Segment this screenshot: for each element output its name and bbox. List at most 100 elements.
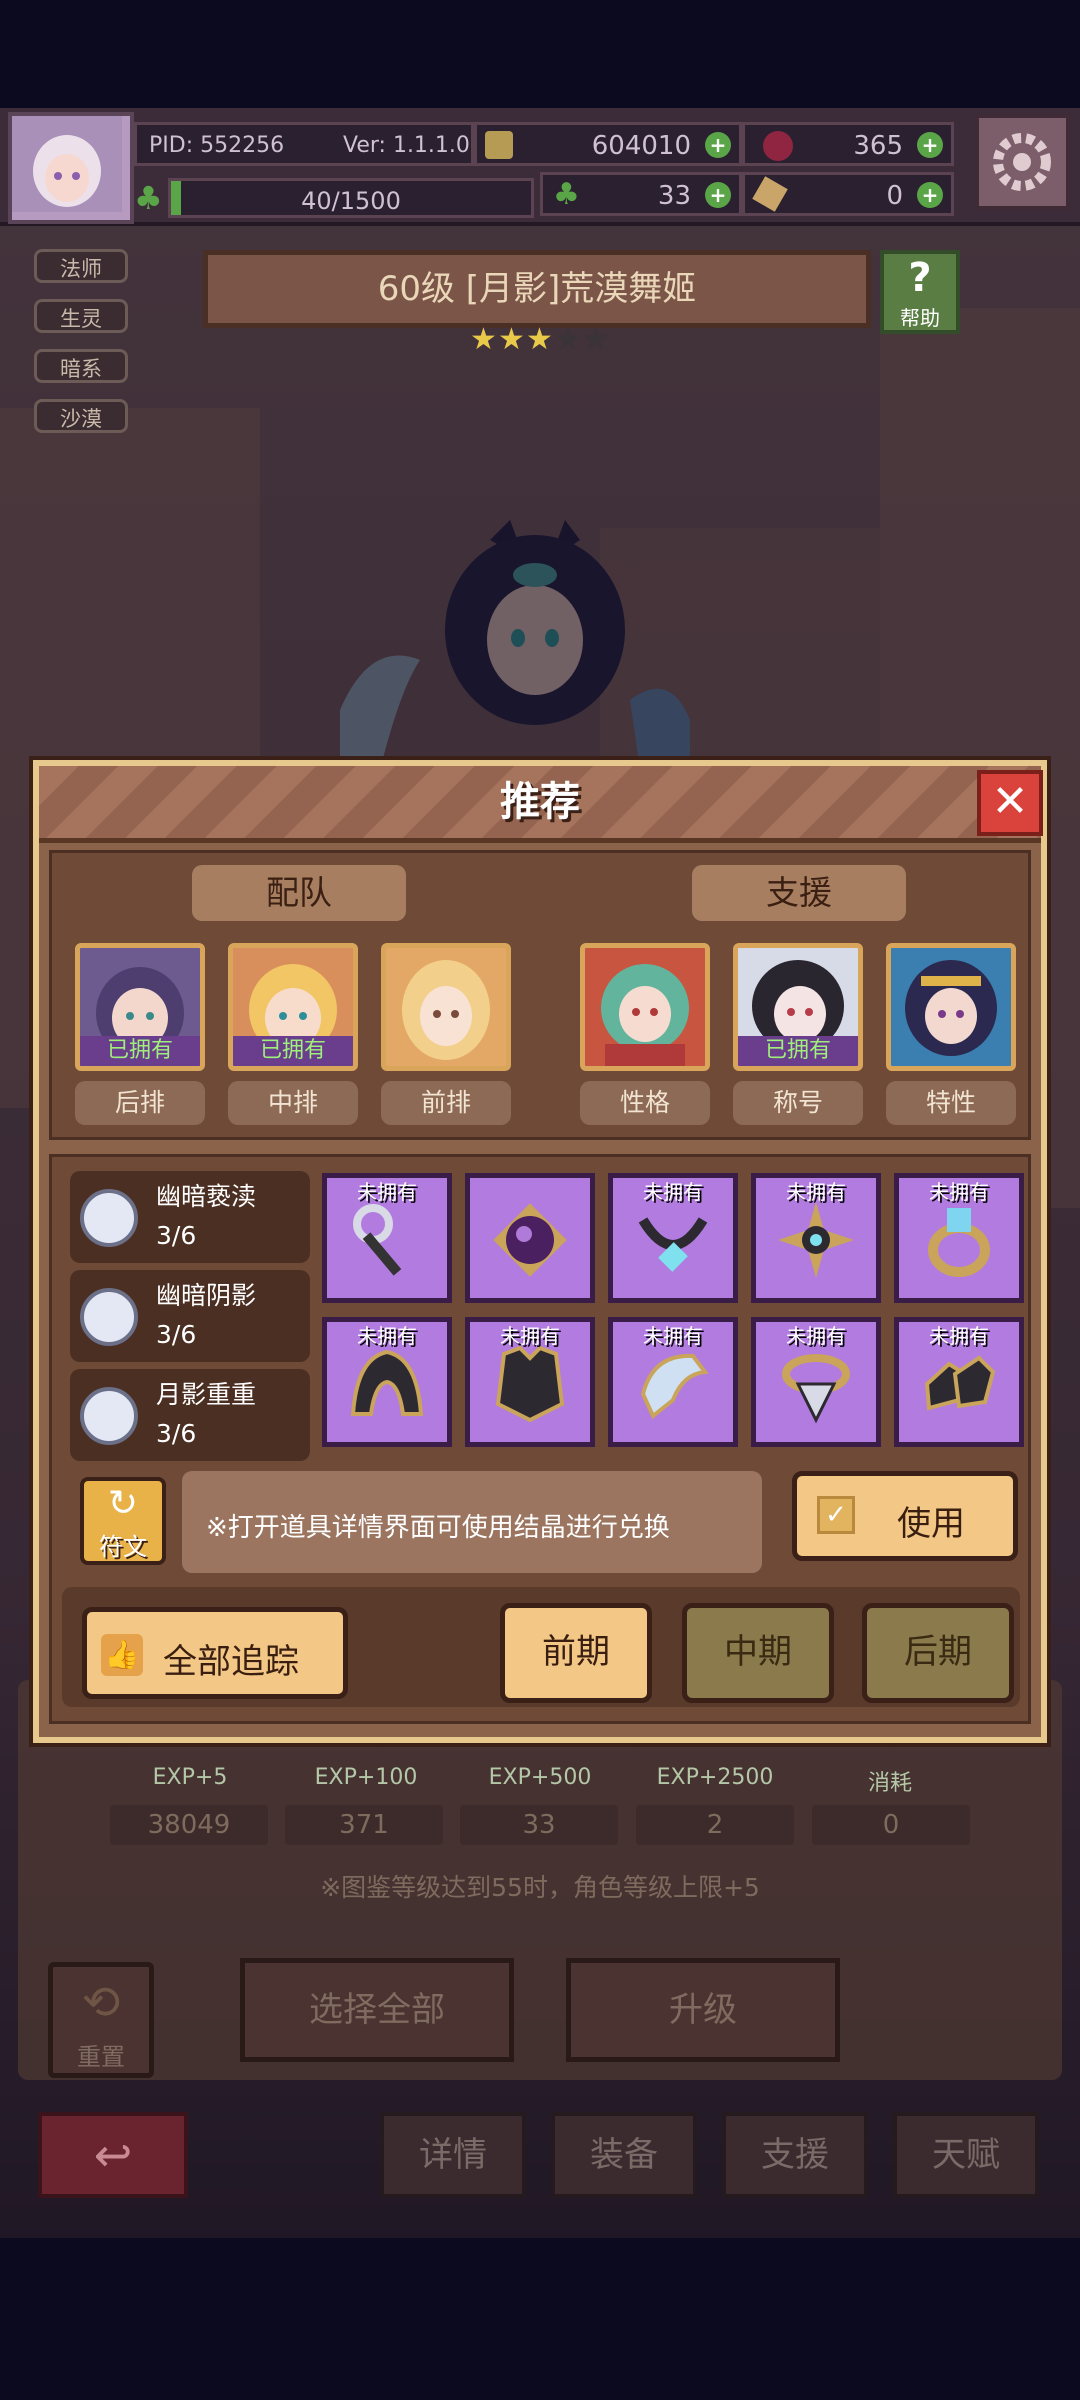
add-clover-button[interactable]: + — [705, 182, 731, 208]
help-label: 帮助 — [900, 306, 940, 330]
stamina-bar: 40/1500 — [168, 178, 534, 218]
use-button[interactable]: ✓ 使用 — [792, 1471, 1018, 1561]
support-portrait-title[interactable]: 已拥有 — [733, 943, 863, 1071]
tab-talent[interactable]: 天赋 — [893, 2112, 1039, 2198]
support-portrait-personality[interactable] — [580, 943, 710, 1071]
exp-count: 0 — [812, 1805, 970, 1845]
track-all-button[interactable]: 👍 全部追踪 — [82, 1607, 348, 1699]
clover-icon: ♣ — [134, 179, 163, 217]
set-row[interactable]: 幽暗亵渎 3/6 — [70, 1171, 310, 1263]
settings-button[interactable] — [975, 114, 1070, 210]
set-row[interactable]: 月影重重 3/6 — [70, 1369, 310, 1461]
moon-set-icon — [80, 1387, 138, 1445]
exp-label: 消耗 — [867, 1771, 912, 1796]
position-label: 称号 — [733, 1081, 863, 1125]
hint-text: ※打开道具详情界面可使用结晶进行兑换 — [206, 1513, 670, 1543]
ring-icon — [928, 1208, 990, 1277]
gold-coin-icon — [485, 131, 513, 159]
team-portrait-back[interactable]: 已拥有 — [75, 943, 205, 1071]
owned-badge: 已拥有 — [738, 1036, 858, 1066]
equipment-slot[interactable]: 未拥有 — [608, 1317, 738, 1447]
gear-icon — [993, 133, 1051, 191]
clover-box: ♣ 33 + — [540, 172, 742, 216]
position-label: 后排 — [75, 1081, 205, 1125]
not-owned-label: 未拥有 — [929, 1324, 989, 1348]
help-button[interactable]: ? 帮助 — [880, 250, 960, 334]
tag-mage: 法师 — [34, 249, 128, 283]
equipment-panel: 幽暗亵渎 3/6 幽暗阴影 3/6 月影重重 3/6 未拥有 未拥有 未拥有 未… — [49, 1154, 1031, 1724]
tab-equipment[interactable]: 装备 — [551, 2112, 697, 2198]
modal-title: 推荐 — [500, 779, 580, 825]
equipment-slot[interactable]: 未拥有 — [608, 1173, 738, 1303]
close-icon: ✕ — [991, 776, 1029, 827]
star-empty-icon: ★ — [554, 322, 581, 357]
stage-late-button[interactable]: 后期 — [862, 1603, 1014, 1703]
reset-label: 重置 — [77, 2043, 125, 2071]
stage-mid-button[interactable]: 中期 — [682, 1603, 834, 1703]
team-portrait-mid[interactable]: 已拥有 — [228, 943, 358, 1071]
equipment-slot[interactable] — [465, 1173, 595, 1303]
position-label: 中排 — [228, 1081, 358, 1125]
gold-value: 604010 — [591, 131, 691, 161]
equipment-slot[interactable]: 未拥有 — [751, 1173, 881, 1303]
tag-creature: 生灵 — [34, 299, 128, 333]
gems-box: 365 + — [742, 122, 954, 166]
support-header: 支援 — [692, 865, 906, 921]
add-hammer-button[interactable]: + — [917, 182, 943, 208]
position-label: 前排 — [381, 1081, 511, 1125]
armor-icon — [495, 1345, 565, 1423]
not-owned-label: 未拥有 — [786, 1324, 846, 1348]
helmet-icon — [350, 1349, 424, 1416]
star-rating: ★ ★ ★ ★ ★ — [470, 322, 610, 357]
not-owned-label: 未拥有 — [786, 1180, 846, 1204]
exp-count: 2 — [636, 1805, 794, 1845]
reset-button[interactable]: ⟲ 重置 — [48, 1962, 154, 2078]
moon-set-icon — [80, 1189, 138, 1247]
hint-box: ※打开道具详情界面可使用结晶进行兑换 — [182, 1471, 762, 1573]
select-all-button[interactable]: 选择全部 — [240, 1958, 514, 2062]
equipment-slot[interactable]: 未拥有 — [894, 1317, 1024, 1447]
support-portrait-trait[interactable] — [886, 943, 1016, 1071]
stamina-value: 40/1500 — [301, 187, 401, 215]
team-header: 配队 — [192, 865, 406, 921]
close-button[interactable]: ✕ — [977, 770, 1043, 836]
equipment-slot[interactable]: 未拥有 — [322, 1173, 452, 1303]
equipment-slot[interactable]: 未拥有 — [751, 1317, 881, 1447]
equipment-slot[interactable]: 未拥有 — [465, 1317, 595, 1447]
necklace-icon — [638, 1217, 708, 1272]
checkbox-icon: ✓ — [817, 1496, 855, 1534]
team-portrait-front[interactable] — [381, 943, 511, 1071]
add-gems-button[interactable]: + — [917, 132, 943, 158]
set-count: 3/6 — [156, 1419, 197, 1448]
character-title: 60级 [月影]荒漠舞姬 — [203, 250, 871, 328]
rune-button[interactable]: ↻ 符文 — [80, 1477, 166, 1565]
equipment-slot[interactable]: 未拥有 — [894, 1173, 1024, 1303]
not-owned-label: 未拥有 — [357, 1324, 417, 1348]
tab-details[interactable]: 详情 — [380, 2112, 526, 2198]
add-gold-button[interactable]: + — [705, 132, 731, 158]
tag-desert: 沙漠 — [34, 399, 128, 433]
position-label: 性格 — [580, 1081, 710, 1125]
stage-early-button[interactable]: 前期 — [500, 1603, 652, 1703]
set-name: 幽暗亵渎 — [156, 1182, 257, 1211]
owned-badge: 已拥有 — [80, 1036, 200, 1066]
tab-support[interactable]: 支援 — [722, 2112, 868, 2198]
set-count: 3/6 — [156, 1221, 197, 1250]
gems-value: 365 — [853, 131, 903, 161]
equipment-slot[interactable]: 未拥有 — [322, 1317, 452, 1447]
player-avatar[interactable] — [8, 112, 134, 224]
upgrade-button[interactable]: 升级 — [566, 1958, 840, 2062]
character-portrait — [905, 960, 997, 1056]
hammer-box: 0 + — [742, 172, 954, 216]
back-button[interactable]: ↩ — [38, 2112, 188, 2198]
exp-count: 33 — [460, 1805, 618, 1845]
star-icon: ★ — [526, 322, 553, 357]
not-owned-label: 未拥有 — [500, 1324, 560, 1348]
exp-label: EXP+100 — [314, 1765, 418, 1790]
team-support-panel: 配队 支援 已拥有 已拥有 已拥有 后排 中排 前排 性格 称号 特性 — [49, 850, 1031, 1140]
set-name: 月影重重 — [156, 1380, 257, 1409]
set-name: 幽暗阴影 — [156, 1281, 257, 1310]
set-row[interactable]: 幽暗阴影 3/6 — [70, 1270, 310, 1362]
hammer-value: 0 — [886, 181, 903, 211]
exp-count: 38049 — [110, 1805, 268, 1845]
